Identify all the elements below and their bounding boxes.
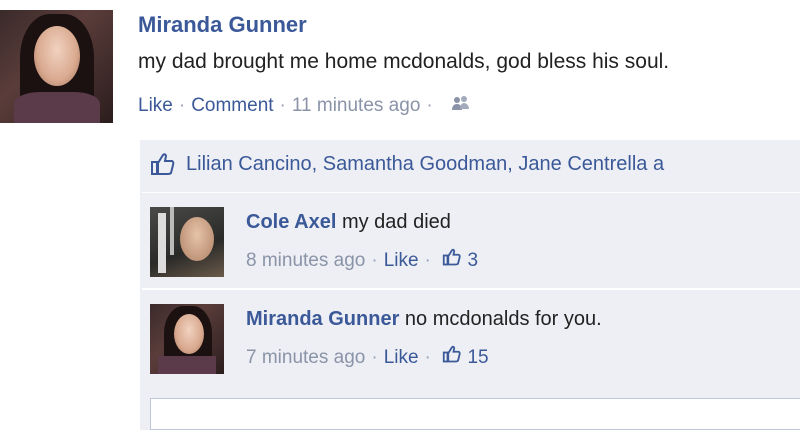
likers-names[interactable]: Lilian Cancino, Samantha Goodman, Jane C… xyxy=(186,153,664,176)
comment-like-count[interactable]: 15 xyxy=(467,347,488,368)
separator-dot: · xyxy=(426,95,433,116)
post-timestamp[interactable]: 11 minutes ago xyxy=(292,95,421,117)
separator-dot: · xyxy=(371,250,378,271)
feedback-section: Lilian Cancino, Samantha Goodman, Jane C… xyxy=(140,140,800,430)
comment-timestamp[interactable]: 7 minutes ago xyxy=(246,347,365,368)
comment-meta: 8 minutes ago · Like · 3 xyxy=(246,248,478,272)
post-like-link[interactable]: Like xyxy=(138,95,173,117)
post-author-name[interactable]: Miranda Gunner xyxy=(138,12,307,38)
comment-author-avatar[interactable] xyxy=(150,207,224,277)
thumbs-up-icon xyxy=(150,152,176,182)
thumbs-up-icon xyxy=(437,248,468,271)
write-comment-input[interactable] xyxy=(150,398,800,430)
likes-summary: Lilian Cancino, Samantha Goodman, Jane C… xyxy=(140,140,800,190)
separator-dot: · xyxy=(371,347,378,368)
comment: Miranda Gunner no mcdonalds for you. 7 m… xyxy=(142,288,800,386)
comment-author-avatar[interactable] xyxy=(150,304,224,374)
comment-author-name[interactable]: Miranda Gunner xyxy=(246,308,399,330)
separator-dot: · xyxy=(279,95,286,116)
comment-like-count[interactable]: 3 xyxy=(467,250,478,271)
comment-like-link[interactable]: Like xyxy=(384,347,419,368)
separator-dot: · xyxy=(424,250,431,271)
comment-like-link[interactable]: Like xyxy=(384,250,419,271)
comment-text: my dad died xyxy=(341,211,451,233)
thumbs-up-icon xyxy=(437,345,468,368)
friends-icon xyxy=(451,95,471,117)
comment: Cole Axel my dad died 8 minutes ago · Like… xyxy=(142,192,800,285)
comment-author-name[interactable]: Cole Axel xyxy=(246,211,336,233)
post-meta: Like · Comment · 11 minutes ago · xyxy=(138,95,471,117)
comment-meta: 7 minutes ago · Like · 15 xyxy=(246,345,489,369)
post-text: my dad brought me home mcdonalds, god bl… xyxy=(138,50,670,73)
comment-text: no mcdonalds for you. xyxy=(404,308,602,330)
comment-timestamp[interactable]: 8 minutes ago xyxy=(246,250,365,271)
comment-body: Cole Axel my dad died xyxy=(246,211,451,234)
comment-body: Miranda Gunner no mcdonalds for you. xyxy=(246,308,602,331)
separator-dot: · xyxy=(178,95,186,116)
post-comment-link[interactable]: Comment xyxy=(191,95,273,117)
post-author-avatar[interactable] xyxy=(0,10,113,123)
separator-dot: · xyxy=(424,347,431,368)
